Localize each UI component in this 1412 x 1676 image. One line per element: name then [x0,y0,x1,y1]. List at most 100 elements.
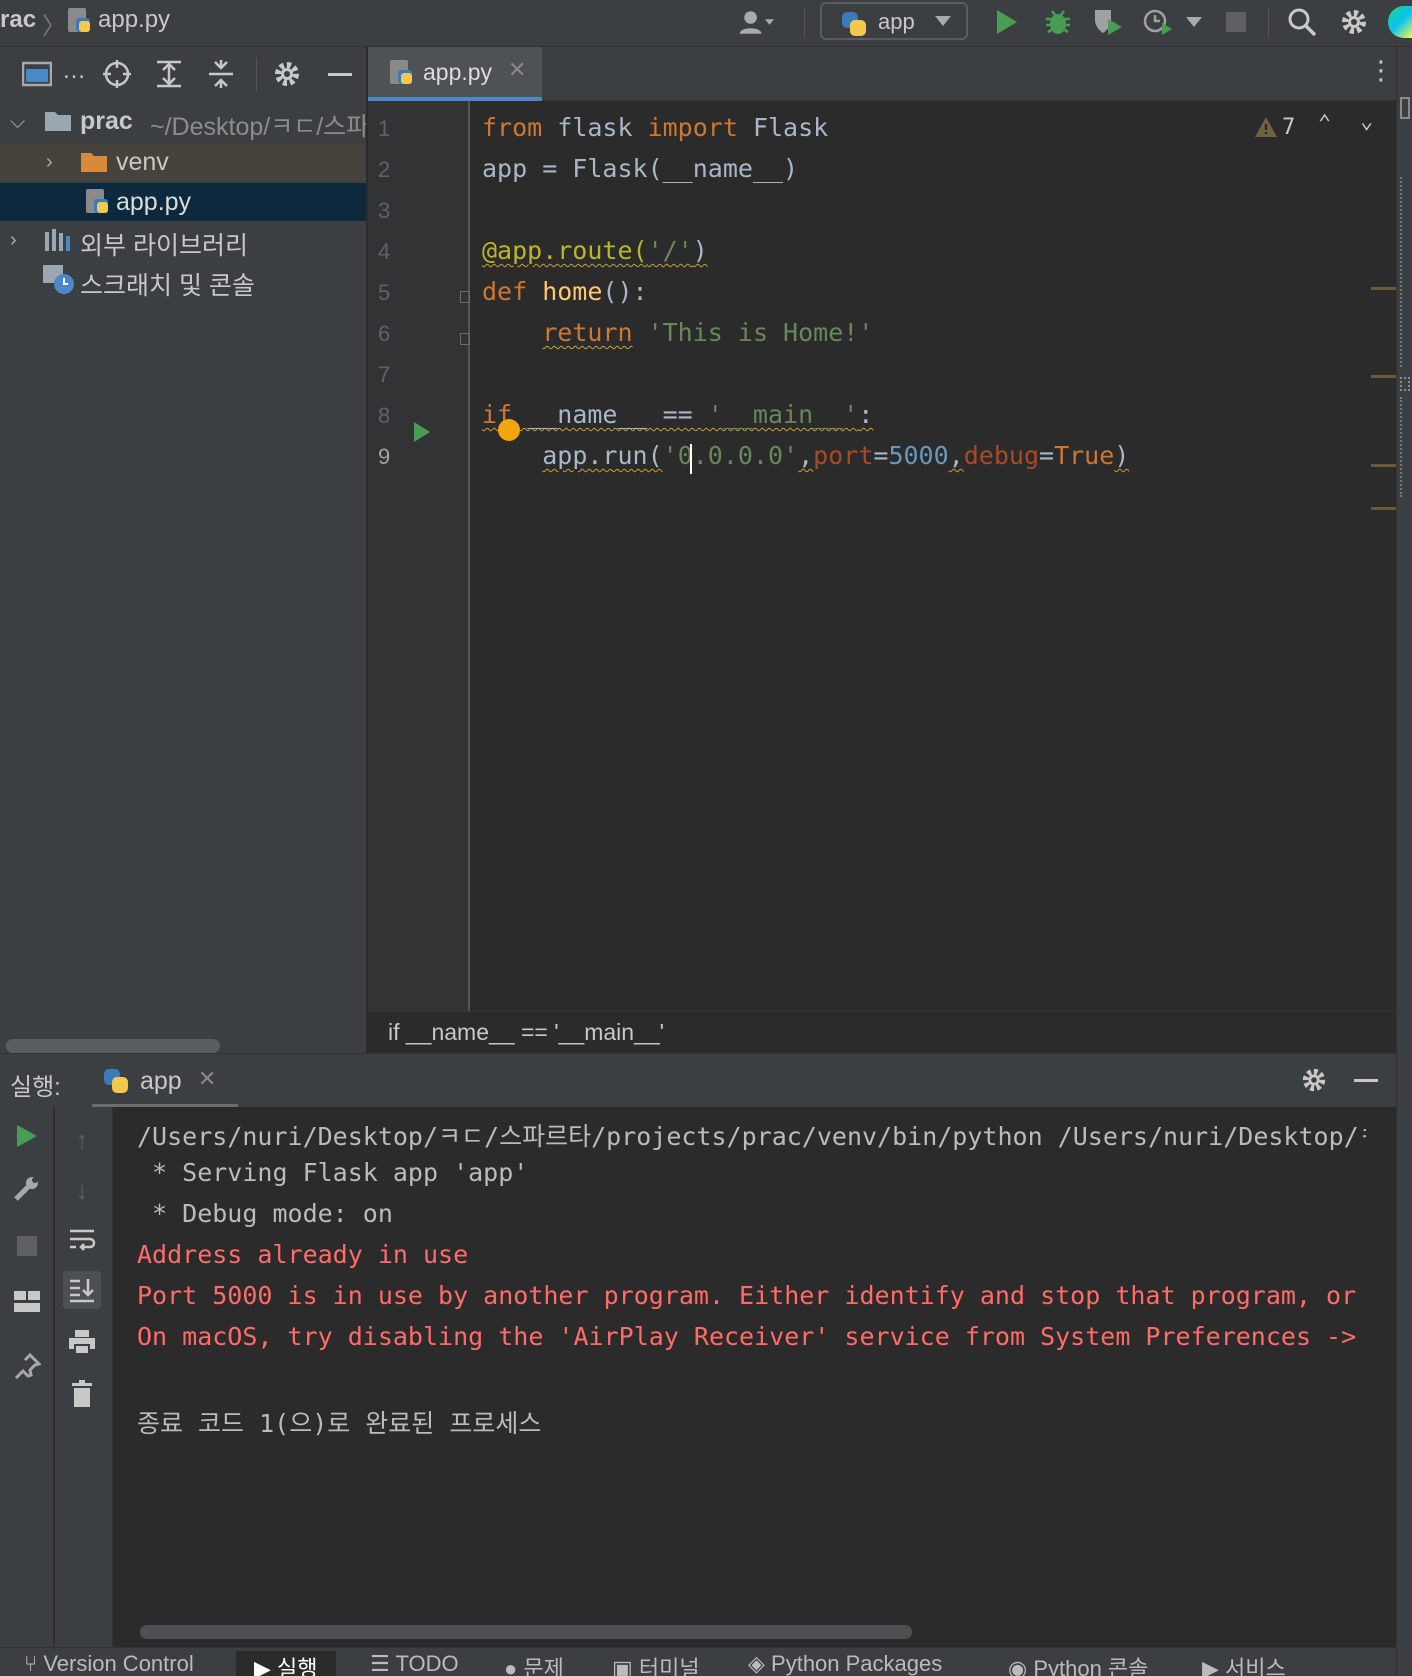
tool-problems[interactable]: ● 문제 [504,1651,564,1676]
rerun-icon[interactable] [8,1117,46,1155]
ide-logo-icon[interactable] [1388,6,1412,38]
breadcrumb-file[interactable]: app.py [98,6,170,34]
more-options-icon[interactable]: ⋮ [1368,55,1394,86]
arrow-up-icon: ↑ [75,1124,89,1155]
code-token: debug [963,441,1039,470]
tree-item-label: 스크래치 및 콘솔 [80,272,255,300]
run-config-selector[interactable]: app [820,2,968,40]
trash-icon[interactable] [63,1375,101,1413]
tool-label: 터미널 [638,1656,700,1676]
stop-icon [1218,4,1254,40]
scroll-to-end-icon[interactable] [63,1271,101,1309]
editor-breadcrumb: if __name__ == '__main__' [368,1011,1396,1053]
side-tool-tab[interactable] [1400,397,1410,497]
more-run-options-chevron-icon[interactable] [1176,4,1212,40]
tool-version-control[interactable]: ⑂ Version Control [24,1651,194,1676]
side-tool-tab[interactable] [1400,177,1410,367]
code-token: port [813,441,874,470]
stop-icon [8,1227,46,1265]
tool-run[interactable]: ▶ 실행 [236,1651,336,1676]
expand-all-icon[interactable] [154,59,184,94]
console-line: * Serving Flask app 'app' [137,1158,529,1187]
wrench-icon[interactable] [8,1169,46,1207]
search-icon[interactable] [1284,4,1320,40]
collapse-all-icon[interactable] [206,59,236,94]
fold-icon[interactable] [460,333,470,345]
line-number: 3 [378,198,391,223]
tab-app-py[interactable]: app.py ✕ [368,47,542,101]
fold-icon[interactable] [460,291,470,303]
layout-icon[interactable] [8,1283,46,1321]
run-gutter-icon[interactable] [412,420,432,449]
run-icon[interactable] [988,4,1024,40]
hide-panel-icon[interactable] [1354,1079,1378,1082]
line-number: 1 [378,116,391,141]
tool-window-bar: ⑂ Version Control ▶ 실행 ☰ TODO ● 문제 ▣ 터미널… [0,1647,1396,1676]
code-token: = [873,441,889,470]
code-token: True [1054,441,1115,470]
run-panel-label: 실행: [10,1074,61,1101]
tool-python-console[interactable]: ◉ Python 콘솔 [1008,1651,1148,1676]
sciview-tool-icon[interactable] [1400,377,1410,391]
tool-python-packages[interactable]: ◈ Python Packages [748,1651,942,1676]
warning-marker[interactable] [1371,287,1397,290]
lightbulb-icon[interactable] [498,419,520,441]
tree-item-app-py[interactable]: app.py [0,183,366,221]
user-icon[interactable] [738,4,774,40]
coverage-icon[interactable] [1090,4,1126,40]
warning-marker[interactable] [1371,507,1397,510]
code-line-4: @app.route('/') [482,236,708,265]
close-icon[interactable]: ✕ [508,57,526,83]
pin-icon[interactable] [8,1347,46,1385]
warning-marker[interactable] [1371,375,1397,378]
chevron-down-icon[interactable]: ⌵ [10,111,25,134]
code-token: : [858,400,874,429]
previous-highlight-icon[interactable]: ⌃ [1318,111,1331,136]
tool-services[interactable]: ▶ 서비스 [1202,1651,1286,1676]
print-icon[interactable] [63,1323,101,1361]
console-horizontal-scrollbar[interactable] [140,1625,912,1639]
ellipsis-icon[interactable]: … [62,57,86,85]
code-token: flask [542,113,648,142]
console-vertical-scroll-area[interactable] [1366,1107,1396,1617]
chevron-right-icon[interactable]: › [46,151,53,174]
tree-item-venv[interactable]: › venv [0,143,366,181]
horizontal-scrollbar[interactable] [6,1039,220,1053]
breadcrumb-scope[interactable]: if __name__ == '__main__' [388,1019,664,1046]
run-panel-header: 실행: app ✕ [0,1053,1396,1108]
warning-icon[interactable] [1254,115,1278,143]
run-console-output[interactable]: /Users/nuri/Desktop/ㅋㄷ/스파르타/projects/pra… [113,1107,1366,1617]
settings-gear-icon[interactable] [272,59,302,94]
hide-panel-icon[interactable] [328,73,352,76]
tool-todo[interactable]: ☰ TODO [370,1651,459,1676]
warning-marker[interactable] [1371,464,1397,467]
tree-root-label: prac [80,107,133,135]
tool-terminal[interactable]: ▣ 터미널 [612,1651,700,1676]
right-tool-stripe [1396,47,1412,1676]
tree-item-scratches[interactable]: 스크래치 및 콘솔 [0,261,366,300]
toolbar-divider [804,8,805,38]
line-number: 5 [378,280,391,305]
soft-wrap-icon[interactable] [63,1221,101,1259]
locate-file-icon[interactable] [102,59,132,94]
code-token: , [798,441,814,470]
database-tool-icon[interactable] [1400,97,1410,119]
close-icon[interactable]: ✕ [198,1066,216,1092]
breadcrumb-project[interactable]: rac [0,6,36,34]
line-number: 7 [378,362,391,387]
code-editor[interactable]: from flask import Flask app = Flask(__na… [470,101,1396,1011]
next-highlight-icon[interactable]: ⌄ [1360,109,1373,134]
tree-item-root[interactable]: ⌵ prac ~/Desktop/ㅋㄷ/스파 [0,103,366,141]
gear-icon[interactable] [1300,1066,1328,1099]
debug-icon[interactable] [1040,4,1076,40]
code-line-5: def home(): [482,277,648,306]
run-tab-app[interactable]: app ✕ [92,1054,238,1108]
gear-icon[interactable] [1336,4,1372,40]
code-token: app.run( [542,441,663,470]
chevron-right-icon[interactable]: › [10,229,17,252]
tree-item-external-libraries[interactable]: › 외부 라이브러리 [0,221,366,261]
code-line-8: if __name__ == '__main__': [482,400,873,429]
profile-icon[interactable] [1140,4,1176,40]
project-view-icon[interactable] [21,61,53,92]
code-token: (): [602,277,648,306]
